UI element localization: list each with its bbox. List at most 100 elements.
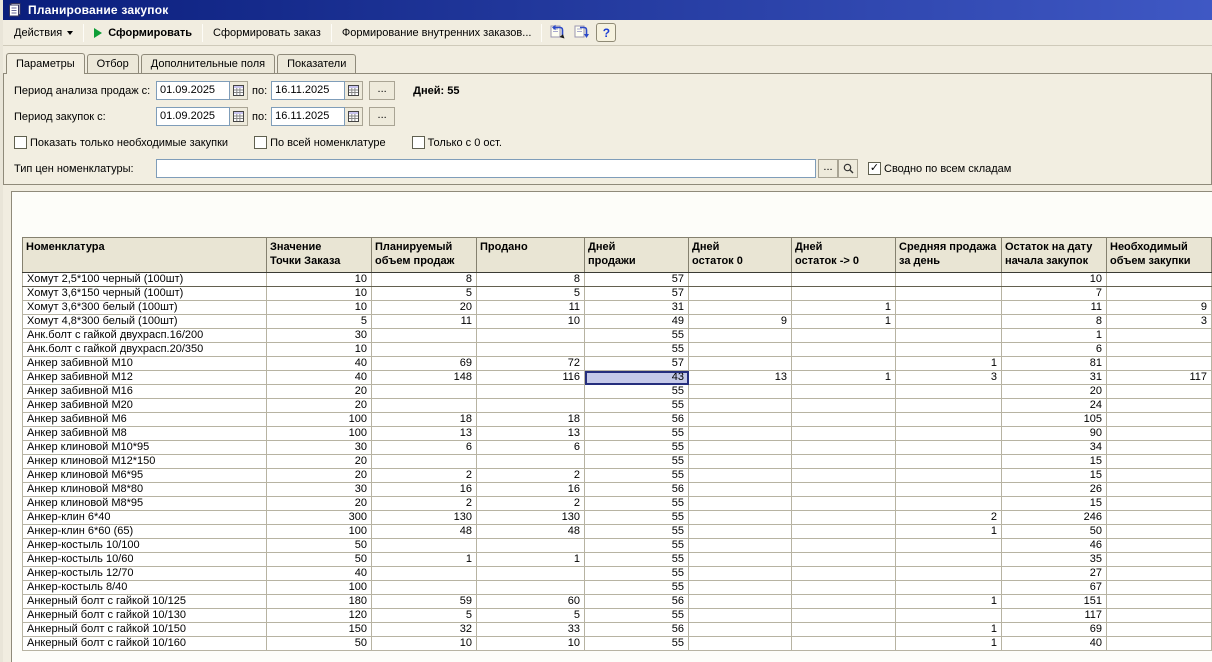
value-cell[interactable]: 8	[1002, 315, 1107, 329]
value-cell[interactable]: 2	[372, 469, 477, 483]
checkbox-box[interactable]	[412, 136, 425, 149]
checkbox-all-nomenclature[interactable]: По всей номенклатуре	[254, 136, 386, 149]
value-cell[interactable]: 5	[477, 287, 585, 301]
value-cell[interactable]	[689, 385, 792, 399]
value-cell[interactable]: 50	[1002, 525, 1107, 539]
nomenclature-cell[interactable]: Анкер забивной М12	[23, 371, 267, 385]
value-cell[interactable]	[792, 497, 896, 511]
nomenclature-cell[interactable]: Анкер клиновой М12*150	[23, 455, 267, 469]
nomenclature-cell[interactable]: Анкер клиновой М6*95	[23, 469, 267, 483]
value-cell[interactable]: 59	[372, 595, 477, 609]
value-cell[interactable]	[689, 287, 792, 301]
value-cell[interactable]	[792, 399, 896, 413]
value-cell[interactable]: 55	[585, 567, 689, 581]
nomenclature-cell[interactable]: Анкерный болт с гайкой 10/130	[23, 609, 267, 623]
value-cell[interactable]	[792, 567, 896, 581]
value-cell[interactable]	[792, 553, 896, 567]
value-cell[interactable]: 11	[477, 301, 585, 315]
value-cell[interactable]: 49	[585, 315, 689, 329]
value-cell[interactable]	[896, 273, 1002, 287]
value-cell[interactable]	[689, 469, 792, 483]
value-cell[interactable]	[689, 343, 792, 357]
value-cell[interactable]	[1107, 385, 1212, 399]
value-cell[interactable]	[477, 399, 585, 413]
value-cell[interactable]: 20	[267, 385, 372, 399]
value-cell[interactable]: 1	[477, 553, 585, 567]
actions-menu-button[interactable]: Действия	[7, 22, 80, 44]
value-cell[interactable]	[1107, 483, 1212, 497]
value-cell[interactable]: 55	[585, 511, 689, 525]
value-cell[interactable]: 15	[1002, 455, 1107, 469]
value-cell[interactable]: 32	[372, 623, 477, 637]
value-cell[interactable]	[1107, 287, 1212, 301]
sales-period-to-calendar-button[interactable]	[345, 81, 363, 100]
value-cell[interactable]	[1107, 329, 1212, 343]
value-cell[interactable]	[689, 539, 792, 553]
nomenclature-cell[interactable]: Анк.болт с гайкой двухрасп.16/200	[23, 329, 267, 343]
generate-order-button[interactable]: Сформировать заказ	[206, 22, 328, 44]
value-cell[interactable]	[689, 525, 792, 539]
value-cell[interactable]: 81	[1002, 357, 1107, 371]
nomenclature-cell[interactable]: Анкер-клин 6*60 (65)	[23, 525, 267, 539]
value-cell[interactable]	[896, 469, 1002, 483]
value-cell[interactable]: 55	[585, 525, 689, 539]
value-cell[interactable]: 130	[477, 511, 585, 525]
value-cell[interactable]: 15	[1002, 497, 1107, 511]
value-cell[interactable]	[689, 553, 792, 567]
value-cell[interactable]: 55	[585, 385, 689, 399]
column-header[interactable]: Средняя продажаза день	[896, 238, 1002, 273]
value-cell[interactable]: 57	[585, 287, 689, 301]
value-cell[interactable]	[1107, 343, 1212, 357]
value-cell[interactable]	[896, 315, 1002, 329]
value-cell[interactable]: 56	[585, 483, 689, 497]
checkbox-box[interactable]: ✓	[868, 162, 881, 175]
value-cell[interactable]: 55	[585, 427, 689, 441]
value-cell[interactable]: 3	[896, 371, 1002, 385]
value-cell[interactable]: 8	[372, 273, 477, 287]
value-cell[interactable]	[1107, 273, 1212, 287]
value-cell[interactable]: 13	[477, 427, 585, 441]
value-cell[interactable]: 55	[585, 343, 689, 357]
value-cell[interactable]: 40	[267, 567, 372, 581]
generate-button[interactable]: Сформировать	[87, 22, 199, 44]
value-cell[interactable]: 67	[1002, 581, 1107, 595]
value-cell[interactable]	[689, 455, 792, 469]
value-cell[interactable]	[477, 539, 585, 553]
value-cell[interactable]	[792, 343, 896, 357]
sales-period-more-button[interactable]: ...	[369, 81, 395, 100]
checkbox-box[interactable]	[254, 136, 267, 149]
value-cell[interactable]	[1107, 637, 1212, 651]
value-cell[interactable]: 117	[1107, 371, 1212, 385]
value-cell[interactable]	[896, 441, 1002, 455]
price-type-more-button[interactable]: ...	[818, 159, 838, 178]
value-cell[interactable]	[372, 399, 477, 413]
value-cell[interactable]: 55	[585, 637, 689, 651]
value-cell[interactable]	[792, 441, 896, 455]
value-cell[interactable]	[689, 595, 792, 609]
value-cell[interactable]: 15	[1002, 469, 1107, 483]
value-cell[interactable]: 69	[1002, 623, 1107, 637]
value-cell[interactable]: 55	[585, 399, 689, 413]
value-cell[interactable]: 1	[896, 623, 1002, 637]
tab-dopolnitelnye-polya[interactable]: Дополнительные поля	[141, 54, 275, 73]
value-cell[interactable]: 60	[477, 595, 585, 609]
value-cell[interactable]	[689, 399, 792, 413]
value-cell[interactable]: 1	[896, 595, 1002, 609]
value-cell[interactable]: 9	[1107, 301, 1212, 315]
value-cell[interactable]: 31	[1002, 371, 1107, 385]
purchase-period-from-calendar-button[interactable]	[230, 107, 248, 126]
value-cell[interactable]: 100	[267, 525, 372, 539]
value-cell[interactable]	[1107, 595, 1212, 609]
value-cell[interactable]: 5	[372, 609, 477, 623]
value-cell[interactable]	[792, 637, 896, 651]
value-cell[interactable]: 69	[372, 357, 477, 371]
value-cell[interactable]: 1	[792, 315, 896, 329]
value-cell[interactable]: 1	[896, 525, 1002, 539]
value-cell[interactable]	[792, 455, 896, 469]
value-cell[interactable]: 57	[585, 357, 689, 371]
value-cell[interactable]: 18	[372, 413, 477, 427]
value-cell[interactable]: 7	[1002, 287, 1107, 301]
value-cell[interactable]	[792, 595, 896, 609]
value-cell[interactable]	[372, 539, 477, 553]
nomenclature-cell[interactable]: Анкер клиновой М8*80	[23, 483, 267, 497]
